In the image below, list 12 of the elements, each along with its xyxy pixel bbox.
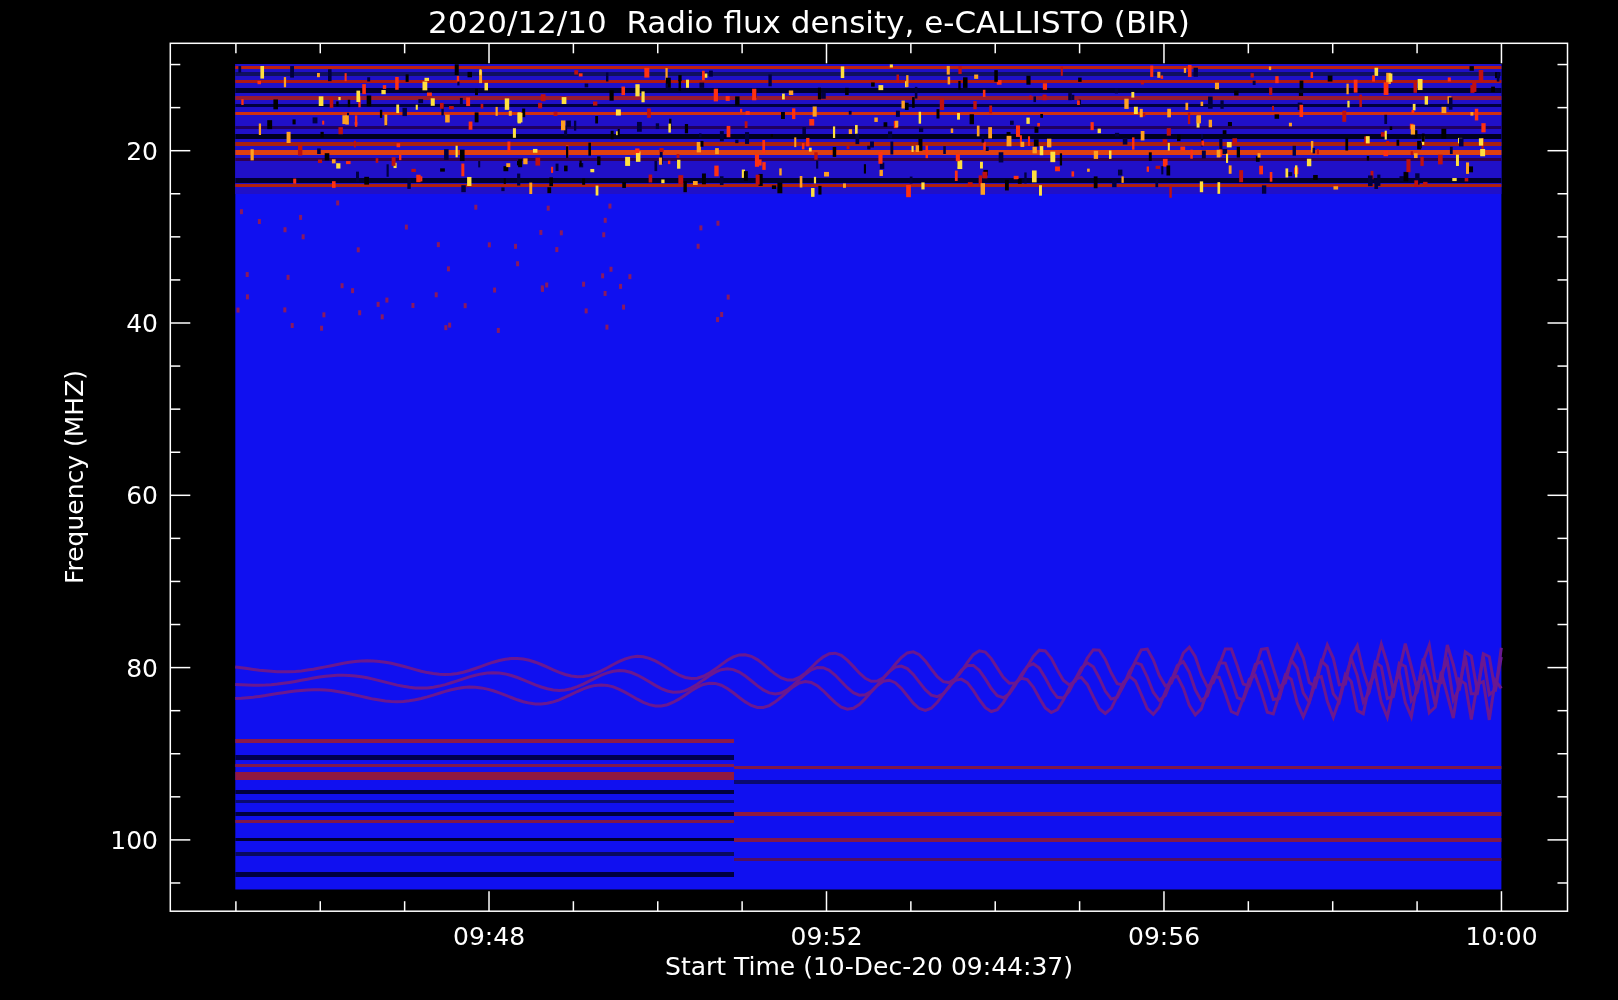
y-tick-label: 60 [126, 481, 158, 511]
y-tick-label: 100 [110, 825, 158, 855]
y-axis-label: Frequency (MHZ) [60, 369, 89, 585]
chart-title: 2020/12/10 Radio flux density, e-CALLISTO (BIR) [428, 4, 1190, 40]
y-tick-label: 80 [126, 653, 158, 683]
x-tick-label: 09:56 [1128, 922, 1201, 951]
x-axis-label: Start Time (10-Dec-20 09:44:37) [665, 952, 1073, 981]
x-tick-label: 09:52 [790, 922, 863, 951]
y-tick-label: 20 [126, 136, 158, 166]
y-tick-label: 40 [126, 309, 158, 338]
x-tick-label: 10:00 [1465, 922, 1538, 951]
x-tick-label: 09:48 [453, 922, 526, 951]
